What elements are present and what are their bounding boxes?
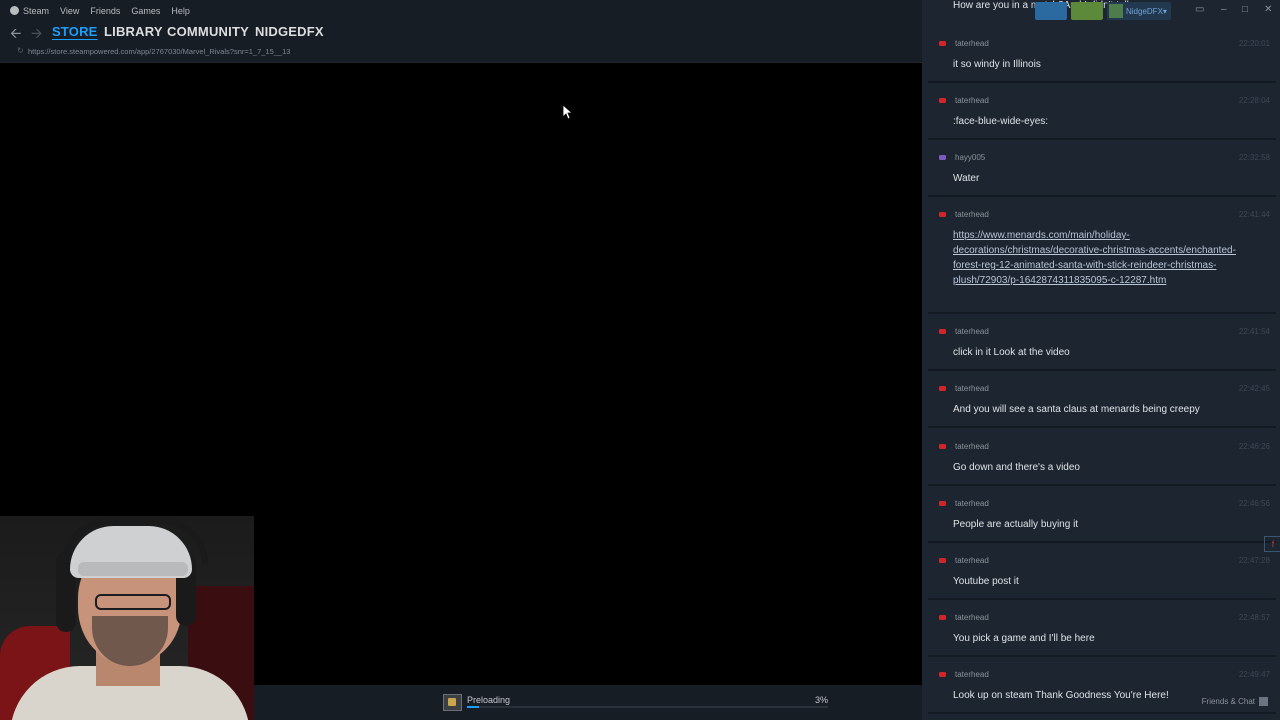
chat-text: Youtube post it	[953, 576, 1019, 587]
menu-games[interactable]: Games	[131, 6, 160, 16]
game-thumbnail-icon	[443, 694, 462, 711]
chat-link[interactable]: https://www.menards.com/main/holiday-dec…	[953, 228, 1263, 288]
download-status: Preloading	[467, 695, 511, 705]
chat-username[interactable]: taterhead	[955, 613, 989, 622]
chat-timestamp: 22:28:04	[1238, 96, 1270, 105]
chat-timestamp: 22:32:58	[1238, 153, 1270, 162]
tab-community[interactable]: COMMUNITY	[167, 24, 249, 39]
chat-username[interactable]: taterhead	[955, 327, 989, 336]
minimize-icon[interactable]: –	[1221, 4, 1227, 15]
chat-text: it so windy in Illinois	[953, 59, 1041, 70]
chat-message: taterhead 22:47:28 Youtube post it	[928, 548, 1276, 600]
youtube-icon	[939, 558, 946, 563]
friends-chat-button[interactable]: Friends & Chat	[1201, 697, 1268, 707]
close-icon[interactable]: ✕	[1264, 4, 1272, 15]
youtube-icon	[939, 212, 946, 217]
youtube-icon	[939, 615, 946, 620]
chat-username[interactable]: hayy005	[955, 153, 985, 162]
chat-text: You pick a game and I'll be here	[953, 633, 1095, 644]
chat-timestamp: 22:20:01	[1238, 39, 1270, 48]
chat-text: And you will see a santa claus at menard…	[953, 404, 1200, 415]
youtube-icon	[939, 501, 946, 506]
chat-username[interactable]: taterhead	[955, 442, 989, 451]
tab-library[interactable]: LIBRARY	[104, 24, 163, 39]
chat-message: taterhead 22:48:57 You pick a game and I'l…	[928, 605, 1276, 657]
youtube-icon	[939, 444, 946, 449]
account-name: NidgeDFX	[1126, 6, 1163, 16]
youtube-icon	[939, 41, 946, 46]
download-progress-fill	[467, 706, 479, 708]
chat-message: taterhead 22:20:01 it so windy in Illinois	[928, 31, 1276, 83]
chat-timestamp: 22:46:56	[1238, 499, 1270, 508]
account-menu[interactable]: NidgeDFX ▾	[1107, 2, 1171, 20]
stream-chat-panel: How are you in a match?And I didn't tell…	[922, 0, 1280, 720]
chat-username[interactable]: taterhead	[955, 384, 989, 393]
chat-message: taterhead 22:46:26 Go down and there's a v…	[928, 434, 1276, 486]
chat-text: Go down and there's a video	[953, 462, 1080, 473]
youtube-icon	[939, 98, 946, 103]
chat-text: click in it Look at the video	[953, 347, 1070, 358]
chat-username[interactable]: taterhead	[955, 96, 989, 105]
youtube-icon	[939, 386, 946, 391]
steam-logo-icon	[10, 6, 19, 16]
menu-steam-label: Steam	[23, 5, 50, 16]
webcam-overlay	[0, 516, 254, 720]
chat-message: hayy005 22:32:58 Water	[928, 145, 1276, 197]
loading-icon: ↻	[17, 46, 24, 55]
chat-message: taterhead 22:46:56 People are actually buy…	[928, 491, 1276, 543]
chat-text: People are actually buying it	[953, 519, 1079, 530]
menu-help[interactable]: Help	[171, 6, 190, 16]
tray-icons: NidgeDFX ▾	[1035, 2, 1171, 20]
download-progress-bar	[467, 706, 828, 708]
chat-message: taterhead 22:41:54 click in it Look at the…	[928, 319, 1276, 371]
tab-store[interactable]: STORE	[52, 24, 98, 39]
chat-timestamp: 22:41:44	[1238, 210, 1270, 219]
youtube-icon	[939, 672, 946, 677]
chat-message: taterhead 22:42:45 And you will see a sant…	[928, 376, 1276, 428]
avatar	[1109, 4, 1123, 18]
chat-timestamp: 22:48:57	[1238, 613, 1270, 622]
menu-bar: Steam View Friends Games Help	[0, 0, 922, 22]
chat-username[interactable]: taterhead	[955, 210, 989, 219]
monitor-icon[interactable]: ▭	[1195, 4, 1204, 15]
chat-text: Water	[953, 173, 980, 184]
chat-timestamp: 22:49:47	[1238, 670, 1270, 679]
chat-message: taterhead 22:28:04 :face-blue-wide-eyes:	[928, 88, 1276, 140]
chat-timestamp: 22:42:45	[1238, 384, 1270, 393]
youtube-icon	[939, 329, 946, 334]
menu-friends[interactable]: Friends	[90, 6, 120, 16]
chat-username[interactable]: taterhead	[955, 499, 989, 508]
nav-bar: 🡨 🡪 STORE LIBRARY COMMUNITY NIDGEDFX	[0, 22, 922, 42]
chat-username[interactable]: taterhead	[955, 670, 989, 679]
maximize-icon[interactable]: □	[1242, 4, 1248, 15]
chat-message: taterhead 22:41:44 https://www.menards.com…	[928, 202, 1276, 314]
chat-timestamp: 22:41:54	[1238, 327, 1270, 336]
chat-timestamp: 22:46:26	[1238, 442, 1270, 451]
chat-username[interactable]: taterhead	[955, 556, 989, 565]
notification-bell-icon[interactable]	[1071, 2, 1103, 20]
url-bar: ↻ https://store.steampowered.com/app/276…	[0, 42, 922, 63]
menu-view[interactable]: View	[60, 6, 79, 16]
chat-username[interactable]: taterhead	[955, 39, 989, 48]
chat-icon	[1259, 697, 1268, 707]
side-panel-icon[interactable]: f	[1264, 536, 1280, 552]
download-percent: 3%	[814, 695, 828, 705]
chat-timestamp: 22:47:28	[1238, 556, 1270, 565]
chat-text: :face-blue-wide-eyes:	[953, 116, 1049, 127]
menu-steam[interactable]: Steam	[10, 6, 49, 16]
friends-chat-label: Friends & Chat	[1201, 697, 1255, 706]
tab-profile[interactable]: NIDGEDFX	[255, 24, 324, 39]
twitch-icon	[939, 155, 946, 160]
broadcast-icon[interactable]	[1035, 2, 1067, 20]
url-text[interactable]: https://store.steampowered.com/app/27670…	[28, 47, 290, 56]
